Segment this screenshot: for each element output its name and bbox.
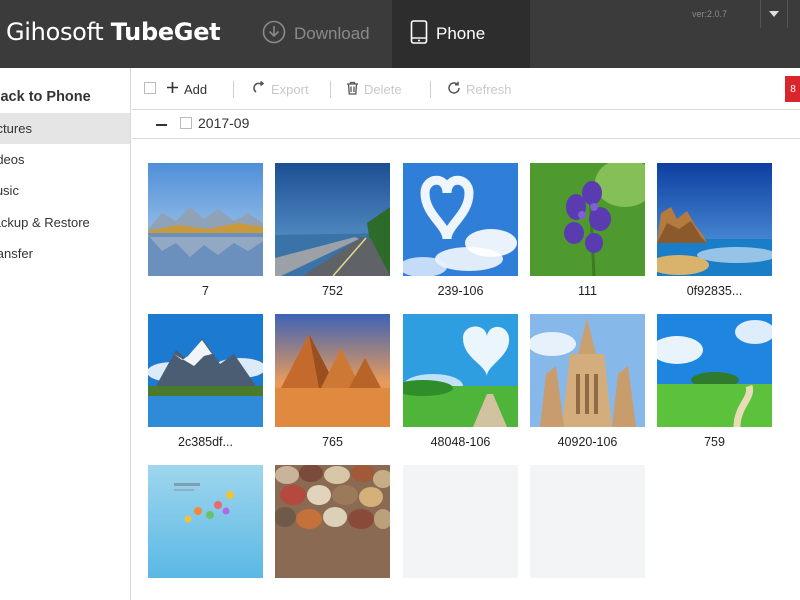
photo-thumbnail: [275, 314, 390, 427]
photo-thumbnail: [275, 163, 390, 276]
tab-phone-label: Phone: [436, 24, 486, 43]
photo-name: 7: [202, 284, 209, 298]
photo-item[interactable]: 40920-106: [530, 314, 645, 449]
photo-thumbnail: [148, 465, 263, 578]
refresh-icon: [447, 81, 461, 98]
photo-item[interactable]: 48048-106: [403, 314, 518, 449]
photo-item[interactable]: 759: [657, 314, 772, 449]
photo-name: 0f92835...: [686, 284, 743, 298]
title-bar: Gihosoft TubeGet Download Phone ver:2.0.…: [0, 0, 800, 68]
photo-placeholder: [530, 465, 645, 578]
sidebar-item-label: Videos: [0, 152, 25, 167]
add-button[interactable]: Add: [166, 79, 207, 99]
photo-name: 752: [322, 284, 343, 298]
photo-thumbnail: [275, 465, 390, 578]
photo-name: 239-106: [437, 284, 484, 298]
export-button[interactable]: Export: [252, 79, 309, 99]
photo-thumbnail: [530, 314, 645, 427]
download-icon: [262, 20, 286, 49]
sidebar-item-music[interactable]: Music: [0, 175, 130, 206]
tab-phone[interactable]: Phone: [392, 0, 530, 68]
red-action-button[interactable]: 8: [785, 76, 800, 102]
add-button-label: Add: [184, 81, 208, 97]
photo-thumbnail: [657, 163, 772, 276]
sidebar-item-label: Music: [0, 183, 19, 198]
back-to-phone-link[interactable]: Back to Phone: [0, 89, 91, 105]
date-group-label: 2017-09: [198, 115, 250, 131]
brand-bold: TubeGet: [110, 18, 221, 46]
photo-name: 48048-106: [430, 435, 491, 449]
photo-item[interactable]: 7: [148, 163, 263, 298]
sidebar: Back to Phone Pictures Videos Music Back…: [0, 68, 131, 600]
delete-button[interactable]: Delete: [346, 79, 402, 99]
photo-item[interactable]: 752: [275, 163, 390, 298]
sidebar-item-pictures[interactable]: Pictures: [0, 113, 130, 144]
sidebar-item-label: Backup & Restore: [0, 215, 90, 230]
photo-name: 40920-106: [557, 435, 618, 449]
photo-item[interactable]: 239-106: [403, 163, 518, 298]
sidebar-item-videos[interactable]: Videos: [0, 144, 130, 175]
photo-grid: 7 752 239-106 111 0f92835... 2c385df... …: [132, 139, 800, 600]
photo-item[interactable]: [148, 465, 263, 586]
tab-download[interactable]: Download: [262, 0, 392, 68]
export-button-label: Export: [271, 81, 309, 97]
photo-placeholder: [403, 465, 518, 578]
select-all-checkbox[interactable]: [144, 82, 156, 94]
tab-download-label: Download: [294, 24, 370, 43]
photo-name: 759: [704, 435, 725, 449]
plus-icon: [166, 81, 179, 97]
app-logo: Gihosoft TubeGet: [6, 18, 221, 46]
toolbar-divider: [430, 81, 431, 98]
trash-icon: [346, 81, 359, 98]
photo-thumbnail: [530, 163, 645, 276]
toolbar-divider: [233, 81, 234, 98]
photo-item-loading[interactable]: [530, 465, 645, 586]
photo-thumbnail: [148, 163, 263, 276]
photo-name: 2c385df...: [178, 435, 233, 449]
toolbar: Add Export Delete Refresh 8: [132, 68, 800, 110]
sidebar-item-label: Transfer: [0, 246, 33, 261]
photo-thumbnail: [148, 314, 263, 427]
photo-name: 765: [322, 435, 343, 449]
sidebar-item-label: Pictures: [0, 121, 32, 136]
export-icon: [252, 80, 266, 97]
red-button-label: 8: [790, 83, 796, 95]
sidebar-item-transfer[interactable]: Transfer: [0, 238, 130, 269]
toolbar-divider: [330, 81, 331, 98]
brand-light: Gihosoft: [6, 18, 111, 46]
photo-item[interactable]: 2c385df...: [148, 314, 263, 449]
photo-thumbnail: [403, 314, 518, 427]
refresh-button[interactable]: Refresh: [447, 79, 512, 99]
photo-item[interactable]: 0f92835...: [657, 163, 772, 298]
chevron-down-icon: [769, 11, 779, 17]
photo-item[interactable]: [275, 465, 390, 586]
refresh-button-label: Refresh: [466, 81, 512, 97]
version-label: ver:2.0.7: [692, 9, 728, 19]
photo-name: 111: [577, 284, 597, 298]
photo-item[interactable]: 765: [275, 314, 390, 449]
phone-icon: [410, 19, 428, 49]
window-menu-button[interactable]: [760, 0, 788, 28]
photo-item[interactable]: 111: [530, 163, 645, 298]
delete-button-label: Delete: [364, 81, 402, 97]
sidebar-item-backup-restore[interactable]: Backup & Restore: [0, 207, 130, 238]
photo-thumbnail: [403, 163, 518, 276]
date-group-header: 2017-09: [132, 110, 800, 139]
photo-item-loading[interactable]: [403, 465, 518, 586]
group-checkbox[interactable]: [180, 117, 192, 129]
photo-thumbnail: [657, 314, 772, 427]
collapse-icon[interactable]: [156, 124, 167, 126]
